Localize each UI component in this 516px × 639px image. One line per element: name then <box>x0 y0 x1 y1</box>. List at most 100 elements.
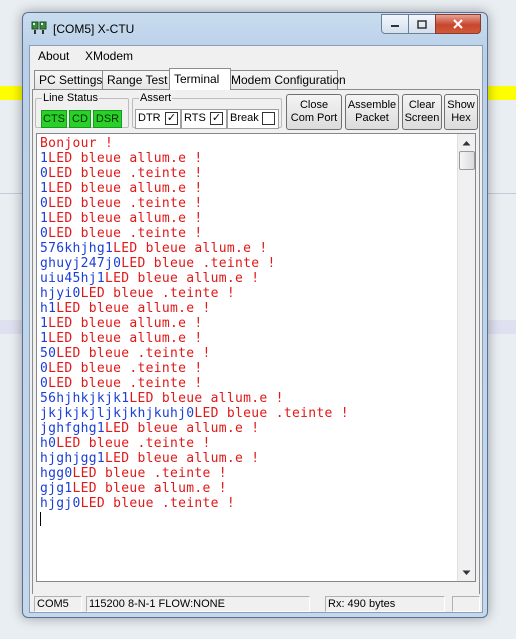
scroll-down-button[interactable] <box>458 564 475 581</box>
received-text: jkjkjkjljkjkhjkuhj0 <box>40 406 195 421</box>
sent-text: LED bleue .teinte ! <box>80 496 236 511</box>
menu-about[interactable]: About <box>38 49 69 63</box>
received-text: hgg0 <box>40 466 73 481</box>
terminal-line: hgg0LED bleue .teinte ! <box>40 466 455 481</box>
cd-indicator: CD <box>69 110 91 128</box>
terminal-line: 1LED bleue allum.e ! <box>40 151 455 166</box>
status-empty-pane <box>452 596 480 612</box>
xctu-window: [COM5] X-CTU About XModem PC Settings Ra… <box>22 12 488 618</box>
window-title: [COM5] X-CTU <box>53 22 135 36</box>
received-text: uiu45hj1 <box>40 271 106 286</box>
sent-text: LED bleue allum.e ! <box>48 151 203 166</box>
dtr-checkbox[interactable]: ✓ <box>165 112 178 125</box>
terminal-line: 1LED bleue allum.e ! <box>40 331 455 346</box>
close-button[interactable] <box>435 14 481 34</box>
received-text: hjghjgg1 <box>40 451 106 466</box>
sent-text: LED bleue .teinte ! <box>48 196 203 211</box>
show-hex-button[interactable]: Show Hex <box>444 94 478 130</box>
status-bar: COM5 115200 8-N-1 FLOW:NONE Rx: 490 byte… <box>32 594 480 612</box>
rts-toggle[interactable]: RTS ✓ <box>181 109 227 129</box>
received-text: 1 <box>40 151 49 166</box>
background-line <box>486 193 516 194</box>
minimize-button[interactable] <box>381 14 409 34</box>
received-text: 0 <box>40 361 49 376</box>
sent-text: LED bleue allum.e ! <box>72 481 227 496</box>
received-text: h0 <box>40 436 57 451</box>
menu-xmodem[interactable]: XModem <box>85 49 133 63</box>
received-text: gjg1 <box>40 481 73 496</box>
clear-screen-button[interactable]: Clear Screen <box>402 94 442 130</box>
terminal-line: 576khjhg1LED bleue allum.e ! <box>40 241 455 256</box>
sent-text: LED bleue .teinte ! <box>194 406 349 421</box>
sent-text: LED bleue allum.e ! <box>48 211 203 226</box>
received-text: 56hjhkjkjk1 <box>40 391 130 406</box>
scroll-thumb[interactable] <box>459 151 475 170</box>
background-line <box>0 193 22 194</box>
terminal-line: ghuyj247j0LED bleue .teinte ! <box>40 256 455 271</box>
break-label: Break <box>230 112 259 124</box>
arrow-up-icon <box>462 140 471 145</box>
received-text: 1 <box>40 211 49 226</box>
arrow-down-icon <box>462 570 471 575</box>
received-text: 576khjhg1 <box>40 241 114 256</box>
terminal-line: 50LED bleue .teinte ! <box>40 346 455 361</box>
break-toggle[interactable]: Break <box>227 109 279 129</box>
cts-indicator: CTS <box>41 110 67 128</box>
sent-text: LED bleue allum.e ! <box>129 391 284 406</box>
terminal-line: hjgj0LED bleue .teinte ! <box>40 496 455 511</box>
sent-text: LED bleue allum.e ! <box>48 331 203 346</box>
xctu-app-icon <box>31 21 47 34</box>
minimize-icon <box>391 25 399 27</box>
close-icon <box>453 19 463 29</box>
rts-checkbox[interactable]: ✓ <box>210 112 223 125</box>
button-label: Screen <box>404 112 440 124</box>
terminal-line: Bonjour ! <box>40 136 455 151</box>
text-cursor <box>40 511 41 526</box>
title-bar[interactable]: [COM5] X-CTU <box>23 13 487 43</box>
status-rx-bytes: Rx: 490 bytes <box>325 596 445 612</box>
tab-terminal[interactable]: Terminal <box>169 68 231 90</box>
terminal-line: 56hjhkjkjk1LED bleue allum.e ! <box>40 391 455 406</box>
button-label: Close <box>299 99 329 111</box>
button-label: Packet <box>355 112 389 124</box>
tab-modem-configuration[interactable]: Modem Configuration <box>226 70 346 89</box>
terminal-line: 1LED bleue allum.e ! <box>40 316 455 331</box>
status-settings: 115200 8-N-1 FLOW:NONE <box>86 596 310 612</box>
terminal-output[interactable]: Bonjour ! 1LED bleue allum.e ! 0LED bleue … <box>40 136 455 578</box>
terminal-line: hjyi0LED bleue .teinte ! <box>40 286 455 301</box>
sent-text: LED bleue allum.e ! <box>48 181 203 196</box>
button-label: Clear <box>408 99 436 111</box>
terminal-line: 0LED bleue .teinte ! <box>40 361 455 376</box>
received-text: 0 <box>40 196 49 211</box>
tab-range-test[interactable]: Range Test <box>102 70 174 89</box>
vertical-scrollbar[interactable] <box>457 134 475 581</box>
maximize-button[interactable] <box>408 14 436 34</box>
line-status-label: Line Status <box>42 91 100 105</box>
sent-text: LED bleue allum.e ! <box>105 451 260 466</box>
received-text: hjyi0 <box>40 286 81 301</box>
button-label: Com Port <box>290 112 338 124</box>
terminal-line: jkjkjkjljkjkhjkuhj0LED bleue .teinte ! <box>40 406 455 421</box>
terminal-line: uiu45hj1LED bleue allum.e ! <box>40 271 455 286</box>
assemble-packet-button[interactable]: Assemble Packet <box>345 94 399 130</box>
break-checkbox[interactable] <box>262 112 275 125</box>
dsr-indicator: DSR <box>93 110 122 128</box>
sent-text: LED bleue allum.e ! <box>113 241 268 256</box>
terminal-line: jghfghg1LED bleue allum.e ! <box>40 421 455 436</box>
terminal-line: 0LED bleue .teinte ! <box>40 196 455 211</box>
terminal-line: hjghjgg1LED bleue allum.e ! <box>40 451 455 466</box>
assert-group: Assert DTR ✓ RTS ✓ Break <box>132 91 282 129</box>
dtr-toggle[interactable]: DTR ✓ <box>135 109 181 129</box>
terminal-window[interactable]: Bonjour ! 1LED bleue allum.e ! 0LED bleue … <box>36 133 476 582</box>
maximize-icon <box>417 19 427 29</box>
menu-bar: About XModem <box>30 46 482 66</box>
scroll-up-button[interactable] <box>458 134 475 151</box>
tab-pc-settings[interactable]: PC Settings <box>34 70 104 89</box>
received-text: 0 <box>40 166 49 181</box>
background-highlight <box>486 86 516 100</box>
background-highlight <box>0 86 22 100</box>
close-com-port-button[interactable]: Close Com Port <box>286 94 342 130</box>
background-band <box>0 320 22 334</box>
sent-text: LED bleue .teinte ! <box>48 166 203 181</box>
received-text: 1 <box>40 316 49 331</box>
